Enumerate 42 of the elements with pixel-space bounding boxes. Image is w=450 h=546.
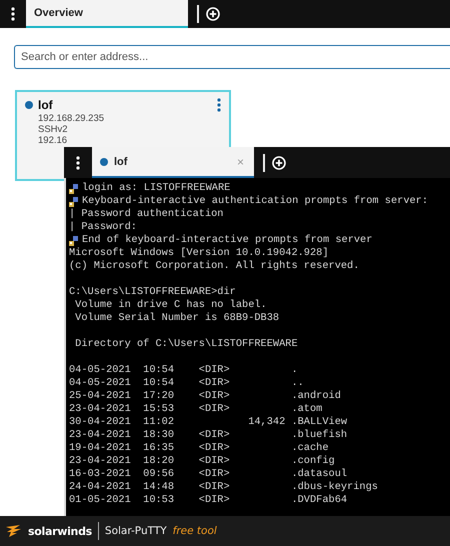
more-icon[interactable]	[217, 98, 221, 112]
add-tab-icon	[206, 7, 220, 21]
terminal-line: Microsoft Windows [Version 10.0.19042.928]	[69, 247, 329, 260]
terminal-line: 19-04-2021 16:35 <DIR> .cache	[69, 442, 329, 455]
terminal-line: Volume Serial Number is 68B9-DB38	[74, 312, 280, 325]
terminal-line: | Password:	[69, 221, 137, 234]
terminal-line: C:\Users\LISTOFFREEWARE>dir	[69, 286, 236, 299]
tab[interactable]: Overview	[26, 0, 188, 28]
session-detail: 192.168.29.235	[38, 113, 106, 124]
terminal-line: 23-04-2021 15:53 <DIR> .atom	[69, 403, 322, 416]
terminal-line: 23-04-2021 18:20 <DIR> .config	[69, 455, 335, 468]
terminal-line: 24-04-2021 14:48 <DIR> .dbus-keyrings	[69, 481, 378, 494]
session-name: lof	[38, 98, 54, 112]
terminal-line: Volume in drive C has no label.	[74, 299, 267, 312]
search-field[interactable]: Search or enter address...	[14, 45, 450, 69]
product-name: Solar-PuTTY	[104, 525, 167, 537]
key-icon	[69, 184, 78, 194]
terminal-line: | Password authentication	[69, 208, 224, 221]
terminal-line: 01-05-2021 10:53 <DIR> .DVDFab64	[69, 494, 348, 507]
tagline: free tool	[172, 525, 217, 537]
terminal-line: login as: LISTOFFREEWARE	[82, 182, 230, 195]
terminal-line: Directory of C:\Users\LISTOFFREEWARE	[74, 338, 298, 351]
tab-label: lof	[114, 156, 128, 168]
brand-logo: solarwinds	[28, 524, 92, 538]
terminal-line: 16-03-2021 09:56 <DIR> .datasoul	[69, 468, 348, 481]
key-icon	[69, 196, 78, 206]
terminal-line: 23-04-2021 18:30 <DIR> .bluefish	[69, 429, 348, 442]
terminal-line: 25-04-2021 17:20 <DIR> .android	[69, 390, 341, 403]
terminal-line: End of keyboard-interactive prompts from server	[82, 234, 372, 247]
flame-logo-icon	[6, 525, 22, 537]
session-detail: 192.16	[38, 135, 68, 146]
terminal-line: 04-05-2021 10:54 <DIR> .	[69, 364, 298, 377]
session-detail: SSHv2	[38, 124, 69, 135]
menu-icon[interactable]	[76, 156, 80, 170]
terminal-line: Keyboard-interactive authentication prompts from server:	[82, 195, 428, 208]
add-tab-icon	[272, 156, 286, 170]
session-tab[interactable]: lof ×	[92, 147, 254, 178]
terminal-line: 04-05-2021 10:54 <DIR> ..	[69, 377, 304, 390]
terminal-line: (c) Microsoft Corporation. All rights reserved.	[69, 260, 360, 273]
terminal-line: 30-04-2021 11:02 14,342 .BALLView	[69, 416, 348, 429]
key-icon	[69, 236, 78, 246]
menu-icon[interactable]	[11, 7, 15, 21]
